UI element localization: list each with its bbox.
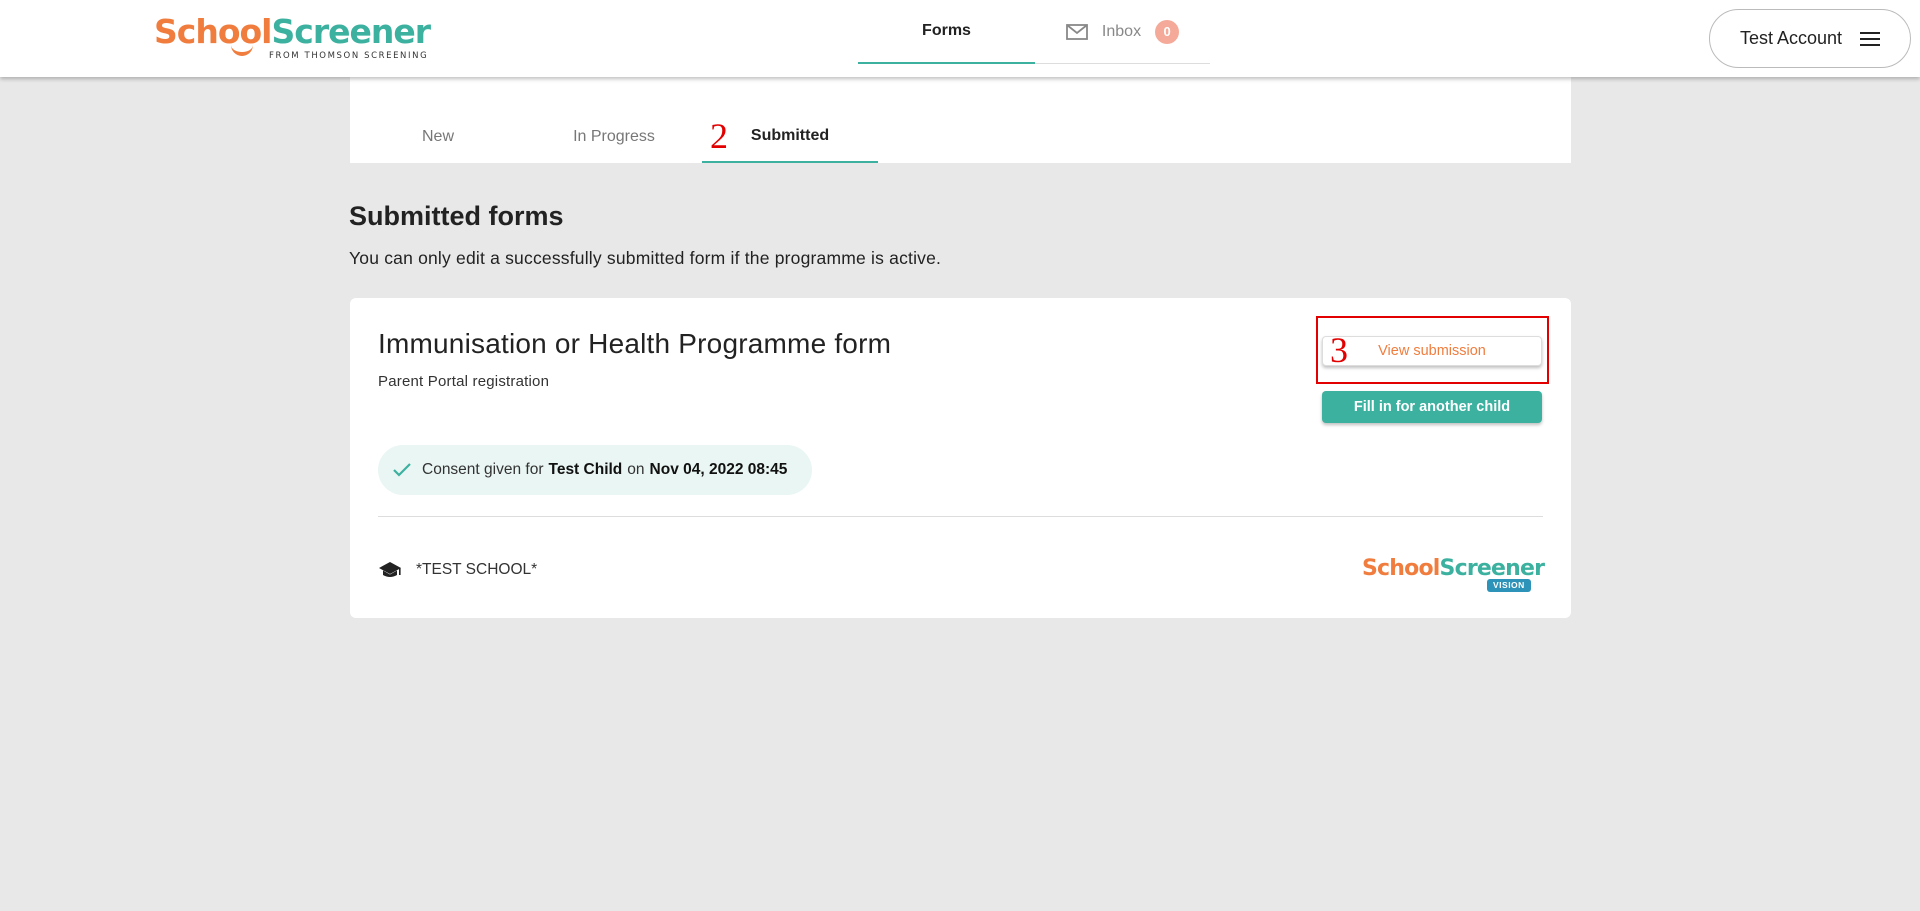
tab-inbox[interactable]: Inbox 0 [1035,0,1210,64]
graduation-cap-icon [379,562,401,577]
consent-child-name: Test Child [548,461,623,478]
envelope-icon [1066,23,1088,40]
tab-inbox-label: Inbox [1101,22,1142,40]
top-nav: Forms Inbox 0 [858,0,1210,64]
vision-logo-wordmark: SchoolScreener [1362,556,1545,581]
form-status-tabs: New In Progress Submitted [350,77,1571,163]
logo-part-screener: Screener [271,12,431,51]
schoolscreener-logo[interactable]: SchoolScreener FROM THOMSON SCREENING [154,12,431,64]
vision-logo-part-screener: Screener [1439,556,1545,581]
annotation-2: 2 [710,116,728,156]
tab-in-progress-label: In Progress [573,127,655,145]
consent-on: on [627,461,645,478]
check-icon [393,463,411,477]
tab-submitted[interactable]: Submitted [702,110,878,163]
annotation-3: 3 [1330,330,1348,370]
logo-smile-mark [231,44,253,56]
tab-new-label: New [421,127,454,145]
logo-tagline: FROM THOMSON SCREENING [269,51,429,61]
page-title: Submitted forms [349,201,564,231]
logo-part-school: School [154,12,272,51]
account-menu-button[interactable]: Test Account [1709,9,1911,68]
inbox-count-badge: 0 [1155,19,1180,44]
tab-in-progress[interactable]: In Progress [526,110,702,163]
vision-badge: VISION [1487,579,1531,592]
fill-for-another-child-button[interactable]: Fill in for another child [1322,391,1542,423]
top-header: SchoolScreener FROM THOMSON SCREENING Fo… [0,0,1920,77]
logo-wordmark: SchoolScreener [154,12,431,51]
school-name: *TEST SCHOOL* [416,561,538,578]
hamburger-menu-icon [1860,32,1880,48]
account-name: Test Account [1740,28,1843,48]
form-subtitle: Parent Portal registration [378,373,550,390]
vision-logo-part-school: School [1362,556,1440,581]
card-divider [378,516,1543,517]
school-info: *TEST SCHOOL* [378,558,537,582]
tab-forms-label: Forms [922,22,971,39]
schoolscreener-vision-logo: SchoolScreener VISION [1362,556,1545,595]
tab-submitted-label: Submitted [750,126,830,144]
consent-date: Nov 04, 2022 08:45 [649,461,788,478]
page-description: You can only edit a successfully submitt… [349,248,942,268]
tab-new[interactable]: New [350,110,526,163]
consent-prefix: Consent given for [422,461,544,478]
form-title: Immunisation or Health Programme form [378,328,892,359]
tab-forms[interactable]: Forms [858,0,1035,64]
annotation-3-box [1316,316,1549,384]
consent-status-pill: Consent given for Test Child on Nov 04, … [378,445,813,495]
